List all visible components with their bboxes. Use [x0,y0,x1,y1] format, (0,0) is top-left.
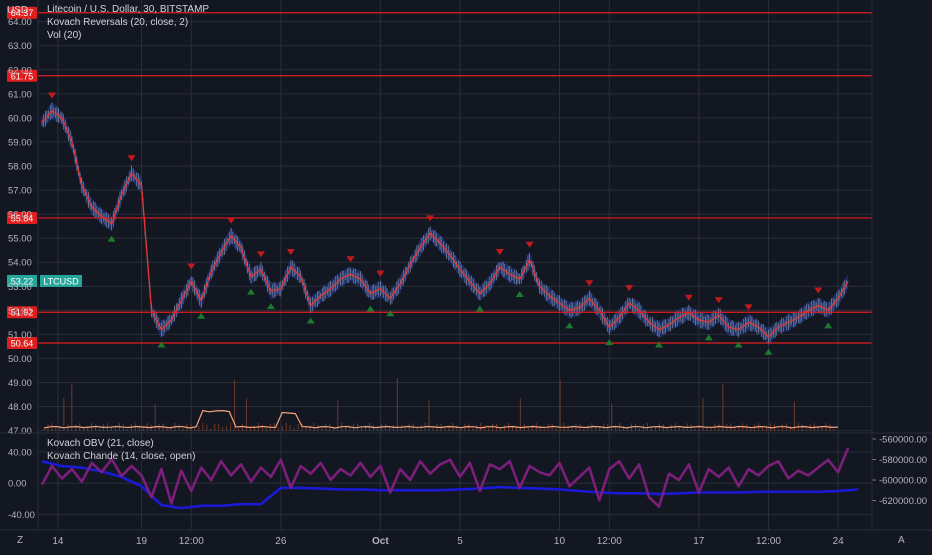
right-tick-label: -600000.00 [879,476,927,487]
x-tick-label: 26 [275,536,287,547]
x-tick-label: 12:00 [179,536,204,547]
y-tick-label: 64.00 [8,17,32,28]
legend-reversals[interactable]: Kovach Reversals (20, close, 2) [47,17,188,29]
y-tick-label: 48.00 [8,402,32,413]
chart-svg[interactable]: 64.3761.7555.8451.9250.6453.22 LTCUSD 47.… [0,0,932,550]
y-tick-label: 50.00 [8,354,32,365]
y-tick-label: 49.00 [8,378,32,389]
y-tick-label: 62.00 [8,65,32,76]
y-tick-label: 63.00 [8,41,32,52]
x-tick-label: 24 [833,536,845,547]
y-tick-label: 55.00 [8,234,32,245]
y-tick-label: 47.00 [8,426,32,437]
chart-root: 64.37 61.75 55.84 51.92 50.64 53.22 LTCUSD 47.… [0,0,932,550]
legend-chande[interactable]: Kovach Chande (14, close, open) [47,451,195,463]
auto-scale-icon[interactable]: A [898,535,905,546]
ind-y-tick-label: -40.00 [8,510,35,521]
y-tick-label: 60.00 [8,113,32,124]
x-tick-label: 19 [136,536,148,547]
x-tick-label: 5 [457,536,463,547]
ind-y-tick-label: 40.00 [8,447,32,458]
x-tick-label: 12:00 [597,536,622,547]
x-tick-label: Oct [372,536,389,547]
y-tick-label: 58.00 [8,161,32,172]
x-tick-label: 10 [554,536,566,547]
timezone-icon[interactable]: Z [17,535,23,546]
y-tick-label: 54.00 [8,258,32,269]
y-tick-label: 59.00 [8,137,32,148]
x-tick-label: 12:00 [756,536,781,547]
y-tick-label: 51.00 [8,330,32,341]
ticker-label: LTCUSD [43,276,79,286]
x-tick-label: 17 [693,536,705,547]
legend-vol[interactable]: Vol (20) [47,30,81,42]
right-tick-label: -620000.00 [879,496,927,507]
y-tick-label: 52.00 [8,306,32,317]
y-tick-label: 57.00 [8,186,32,197]
currency-label: USD [7,5,29,16]
y-tick-label: 53.00 [8,282,32,293]
right-tick-label: -560000.00 [879,435,927,446]
x-tick-label: 14 [52,536,64,547]
y-tick-label: 61.00 [8,89,32,100]
ind-y-tick-label: 0.00 [8,479,27,490]
right-tick-label: -580000.00 [879,455,927,466]
legend-obv[interactable]: Kovach OBV (21, close) [47,438,154,450]
legend-main: Litecoin / U.S. Dollar, 30, BITSTAMP [47,4,210,15]
y-tick-label: 56.00 [8,210,32,221]
